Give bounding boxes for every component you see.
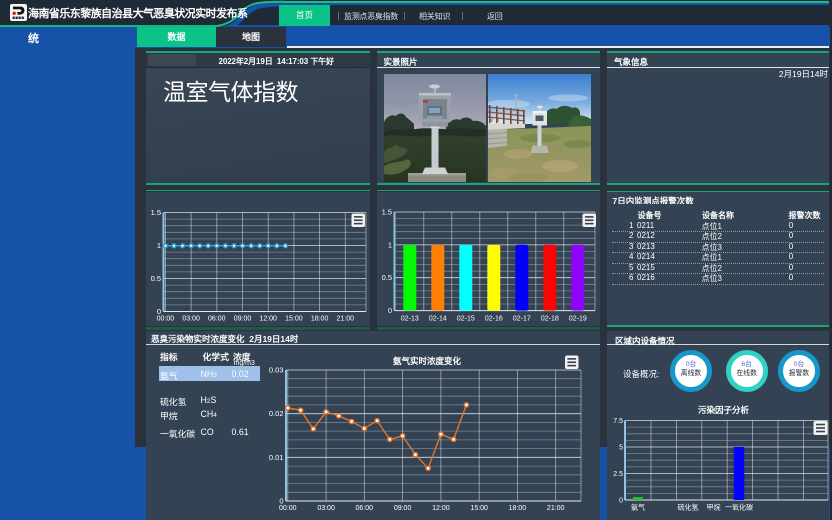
svg-text:0.5: 0.5 — [151, 274, 161, 283]
svg-text:5: 5 — [619, 445, 623, 452]
svg-text:06:00: 06:00 — [356, 505, 374, 512]
svg-text:09:00: 09:00 — [394, 505, 412, 512]
svg-text:15:00: 15:00 — [285, 316, 303, 323]
svg-text:7.5: 7.5 — [613, 418, 623, 425]
svg-text:03:00: 03:00 — [317, 505, 335, 512]
svg-text:1: 1 — [157, 241, 161, 250]
svg-text:12:00: 12:00 — [432, 505, 450, 512]
svg-text:21:00: 21:00 — [547, 505, 565, 512]
svg-text:02-18: 02-18 — [541, 316, 559, 323]
svg-text:15:00: 15:00 — [470, 505, 488, 512]
svg-text:03:00: 03:00 — [182, 316, 200, 323]
svg-text:1: 1 — [388, 240, 392, 249]
svg-text:00:00: 00:00 — [279, 505, 297, 512]
svg-text:02-17: 02-17 — [513, 316, 531, 323]
svg-text:02-13: 02-13 — [401, 316, 419, 323]
svg-text:0.5: 0.5 — [382, 273, 392, 282]
svg-text:一氧化碳: 一氧化碳 — [725, 503, 753, 512]
svg-text:1.5: 1.5 — [382, 208, 392, 217]
svg-text:0.02: 0.02 — [269, 409, 284, 418]
svg-text:00:00: 00:00 — [157, 316, 175, 323]
svg-text:0: 0 — [388, 306, 392, 315]
svg-text:02-16: 02-16 — [485, 316, 503, 323]
svg-text:1.5: 1.5 — [151, 208, 161, 217]
svg-text:02-19: 02-19 — [569, 316, 587, 323]
svg-text:02-15: 02-15 — [457, 316, 475, 323]
svg-text:硫化氢: 硫化氢 — [678, 503, 699, 512]
svg-text:甲烷: 甲烷 — [707, 503, 721, 512]
svg-text:12:00: 12:00 — [259, 316, 277, 323]
svg-text:21:00: 21:00 — [337, 316, 355, 323]
svg-text:0.01: 0.01 — [269, 453, 284, 462]
svg-text:06:00: 06:00 — [208, 316, 226, 323]
svg-text:氨气: 氨气 — [631, 503, 645, 512]
svg-text:0: 0 — [619, 498, 623, 505]
svg-text:09:00: 09:00 — [234, 316, 252, 323]
svg-text:0.03: 0.03 — [269, 366, 284, 375]
svg-text:02-14: 02-14 — [429, 316, 447, 323]
svg-text:18:00: 18:00 — [509, 505, 527, 512]
svg-text:2.5: 2.5 — [613, 471, 623, 478]
svg-text:18:00: 18:00 — [311, 316, 329, 323]
